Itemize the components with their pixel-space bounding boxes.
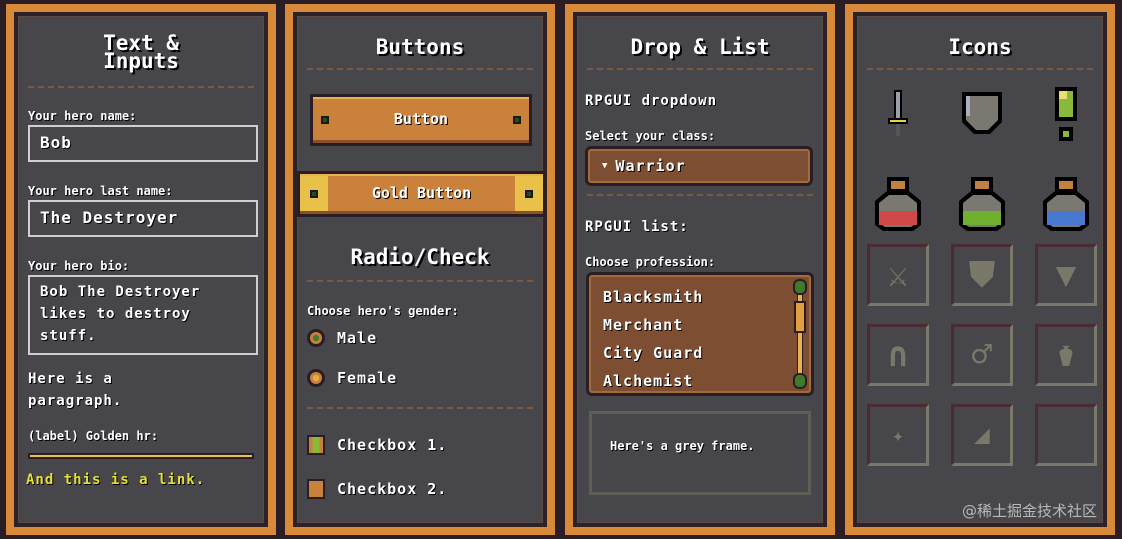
radio-unchecked-icon[interactable] xyxy=(307,369,325,387)
gold-button[interactable]: Gold Button xyxy=(297,171,546,217)
list-label: Choose profession: xyxy=(585,255,716,269)
panel-title: Icons xyxy=(948,35,1012,59)
equipment-slots: ⚔ ⛊ ▼ ∩ ♂ ⚱ ✦ ◢ xyxy=(867,244,1097,466)
icon-grid xyxy=(867,84,1097,236)
select-label: Select your class: xyxy=(585,129,716,143)
link[interactable]: And this is a link. xyxy=(26,472,205,488)
potion-slot-icon[interactable]: ⚱ xyxy=(1035,324,1097,386)
sword-icon xyxy=(867,84,929,146)
gold-button-label: Gold Button xyxy=(371,184,472,202)
checkbox-checked-icon[interactable] xyxy=(307,435,325,455)
hero-last-name-input[interactable]: The Destroyer xyxy=(28,200,258,237)
checkbox-1[interactable]: Checkbox 1. xyxy=(307,435,447,455)
list-heading: RPGUI list: xyxy=(585,219,689,235)
helmet-slot-icon[interactable]: ∩ xyxy=(867,324,929,386)
paragraph: Here is a paragraph. xyxy=(28,371,123,409)
last-name-label: Your hero last name: xyxy=(28,184,173,198)
divider xyxy=(28,86,254,88)
shoes-slot-icon[interactable]: ◢ xyxy=(951,404,1013,466)
hero-bio-textarea[interactable]: Bob The Destroyer likes to destroy stuff… xyxy=(28,275,258,355)
red-potion-icon xyxy=(867,174,929,236)
panel-title: Drop & List xyxy=(630,35,770,59)
divider xyxy=(307,280,533,282)
magic-slot-icon[interactable]: ✦ xyxy=(867,404,929,466)
gender-label: Choose hero's gender: xyxy=(307,304,459,318)
radio-male[interactable]: Male xyxy=(307,329,377,347)
watermark: @稀土掘金技术社区 xyxy=(961,502,1097,520)
panel-text-inputs: Text & Inputs Your hero name: Bob Your he… xyxy=(4,2,278,537)
checkbox-label: Checkbox 2. xyxy=(337,480,448,498)
divider xyxy=(867,68,1093,70)
scroll-up-icon[interactable] xyxy=(793,279,807,295)
rivet-icon xyxy=(513,116,521,124)
checkbox-label: Checkbox 1. xyxy=(337,436,448,454)
shield-slot-icon[interactable]: ⛊ xyxy=(951,244,1013,306)
button-label: Button xyxy=(393,110,449,128)
divider xyxy=(587,194,813,196)
button[interactable]: Button xyxy=(310,94,532,146)
class-dropdown[interactable]: ▼ Warrior xyxy=(585,146,813,186)
profession-list: Blacksmith Merchant City Guard Alchemist xyxy=(586,272,814,396)
list-item[interactable]: City Guard xyxy=(603,339,797,367)
empty-slot[interactable] xyxy=(1035,404,1097,466)
blue-potion-icon xyxy=(1035,174,1097,236)
rivet-icon xyxy=(321,116,329,124)
ring-slot-icon[interactable]: ♂ xyxy=(951,324,1013,386)
panel-drop-list: Drop & List RPGUI dropdown Select your c… xyxy=(563,2,837,537)
armor-slot-icon[interactable]: ▼ xyxy=(1035,244,1097,306)
golden-hr-label: (label) Golden hr: xyxy=(28,429,159,443)
rivet-icon xyxy=(525,190,533,198)
checkbox-unchecked-icon[interactable] xyxy=(307,479,325,499)
list-item[interactable]: Blacksmith xyxy=(603,283,797,311)
dropdown-arrow-icon: ▼ xyxy=(602,161,608,171)
green-potion-icon xyxy=(951,174,1013,236)
golden-hr xyxy=(28,453,254,459)
radio-female[interactable]: Female xyxy=(307,369,397,387)
panel-buttons: Buttons Button Gold Button Radio/Check C… xyxy=(283,2,557,537)
hero-name-input[interactable]: Bob xyxy=(28,125,258,162)
radio-checked-icon[interactable] xyxy=(307,329,325,347)
list-item[interactable]: Alchemist xyxy=(603,367,797,395)
name-label: Your hero name: xyxy=(28,109,137,123)
list-item[interactable]: Merchant xyxy=(603,311,797,339)
checkbox-2[interactable]: Checkbox 2. xyxy=(307,479,447,499)
grey-frame: Here's a grey frame. xyxy=(589,411,811,495)
panel-icons: Icons ⚔ ⛊ ▼ ∩ ♂ ⚱ ✦ ◢ @稀土掘金技术社区 xyxy=(843,2,1117,537)
rivet-icon xyxy=(310,190,318,198)
radio-label: Male xyxy=(337,329,378,347)
radio-check-title: Radio/Check xyxy=(350,245,490,269)
scroll-down-icon[interactable] xyxy=(793,373,807,389)
divider xyxy=(307,68,533,70)
divider xyxy=(587,68,813,70)
dropdown-heading: RPGUI dropdown xyxy=(585,93,718,109)
exclamation-icon xyxy=(1035,84,1097,146)
divider xyxy=(307,407,533,409)
radio-label: Female xyxy=(337,369,398,387)
scrollbar-track[interactable] xyxy=(797,281,803,387)
panel-title: Text & Inputs xyxy=(103,31,179,73)
weapon-slot-icon[interactable]: ⚔ xyxy=(867,244,929,306)
dropdown-selected: Warrior xyxy=(615,157,686,175)
scrollbar-thumb[interactable] xyxy=(794,301,806,333)
panel-title: Buttons xyxy=(375,35,465,59)
bio-label: Your hero bio: xyxy=(28,259,130,273)
shield-icon xyxy=(951,84,1013,146)
